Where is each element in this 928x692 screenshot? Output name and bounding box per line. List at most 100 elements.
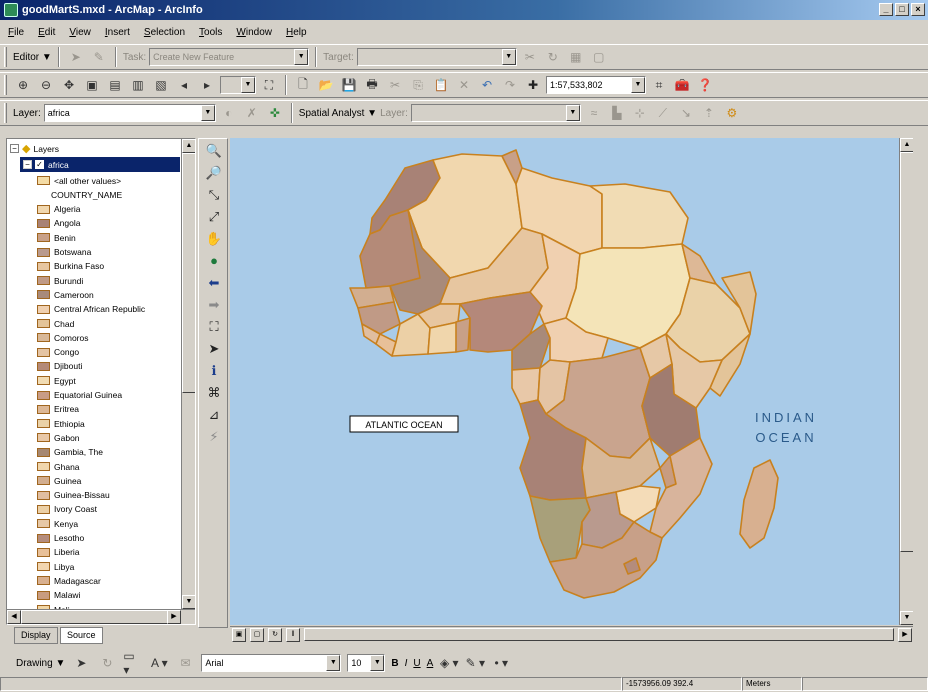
chevron-down-icon[interactable]: ▼: [326, 655, 341, 671]
edit-tool-icon[interactable]: ➤: [66, 47, 86, 67]
toolbar-grip[interactable]: [4, 103, 7, 123]
legend-item[interactable]: Congo: [37, 345, 79, 360]
save-icon[interactable]: 💾: [339, 75, 359, 95]
layer-dropdown[interactable]: africa ▼: [43, 104, 216, 122]
whats-this-icon[interactable]: ❓: [695, 75, 715, 95]
identify-info-icon[interactable]: ℹ: [204, 361, 224, 381]
undo-icon[interactable]: ↶: [477, 75, 497, 95]
scroll-down-button[interactable]: ▼: [900, 611, 913, 625]
marker-color-icon[interactable]: • ▾: [491, 653, 511, 673]
font-dropdown[interactable]: Arial ▼: [201, 654, 342, 672]
select-elements-arrow-icon[interactable]: ➤: [204, 339, 224, 359]
callout-icon[interactable]: ✉: [175, 653, 195, 673]
bold-button[interactable]: B: [391, 658, 398, 669]
hyperlink-icon[interactable]: ⚡: [204, 427, 224, 447]
legend-item[interactable]: Burkina Faso: [37, 259, 104, 274]
new-text-icon[interactable]: A ▾: [149, 653, 169, 673]
chevron-down-icon[interactable]: ▼: [200, 105, 215, 121]
find-binoculars-icon[interactable]: ⌘: [204, 383, 224, 403]
pause-drawing-icon[interactable]: ‖: [286, 627, 300, 642]
scroll-up-button[interactable]: ▲: [900, 138, 913, 152]
rotate-tool-icon[interactable]: ↻: [543, 47, 563, 67]
rotate-icon[interactable]: ↻: [97, 653, 117, 673]
model-builder-icon[interactable]: ⚙: [722, 103, 742, 123]
toc-vertical-scrollbar[interactable]: ▲ ▼: [181, 139, 195, 609]
africa-map[interactable]: ATLANTIC OCEAN INDIAN OCEAN: [230, 138, 913, 625]
scroll-thumb[interactable]: [182, 153, 195, 393]
fill-color-icon[interactable]: ◈ ▾: [439, 653, 459, 673]
attributes-icon[interactable]: ▦: [566, 47, 586, 67]
legend-item[interactable]: Eritrea: [37, 402, 79, 417]
font-size-dropdown[interactable]: 10 ▼: [347, 654, 386, 672]
back-extent-icon[interactable]: ◂: [174, 75, 194, 95]
tab-source[interactable]: Source: [60, 627, 103, 644]
toc-root-row[interactable]: − ◆ Layers: [10, 141, 59, 156]
underline-button[interactable]: U: [413, 658, 420, 669]
legend-item[interactable]: Comoros: [37, 330, 88, 345]
layout-view-icon[interactable]: ▢: [250, 627, 264, 642]
minimize-button[interactable]: _: [879, 3, 893, 16]
chevron-down-icon[interactable]: ▼: [565, 105, 580, 121]
new-document-icon[interactable]: 🗋: [293, 75, 313, 95]
close-button[interactable]: ×: [911, 3, 925, 16]
map-vertical-scrollbar[interactable]: ▲ ▼: [899, 138, 913, 625]
copy-icon[interactable]: ⎘: [408, 75, 428, 95]
legend-item[interactable]: Ethiopia: [37, 416, 85, 431]
line-color-icon[interactable]: ✎ ▾: [465, 653, 485, 673]
legend-item[interactable]: Guinea-Bissau: [37, 488, 110, 503]
fixed-zoom-out-icon[interactable]: ▧: [151, 75, 171, 95]
map-display[interactable]: ATLANTIC OCEAN INDIAN OCEAN ▲ ▼: [230, 138, 913, 625]
legend-item[interactable]: Angola: [37, 216, 80, 231]
legend-item[interactable]: Madagascar: [37, 573, 101, 588]
menu-window[interactable]: Window: [234, 27, 274, 38]
pan-hand-icon[interactable]: ✋: [204, 229, 224, 249]
measure-icon[interactable]: ⊿: [204, 405, 224, 425]
font-color-button[interactable]: A: [427, 658, 434, 669]
legend-item[interactable]: <all other values>: [37, 173, 121, 188]
legend-item[interactable]: Algeria: [37, 202, 80, 217]
legend-item[interactable]: Gambia, The: [37, 445, 103, 460]
add-data-icon[interactable]: ✚: [523, 75, 543, 95]
spatial-analyst-menu[interactable]: Spatial Analyst ▼: [299, 108, 377, 119]
legend-item[interactable]: Guinea: [37, 473, 81, 488]
layout-zoom-in-icon[interactable]: ⊕: [13, 75, 33, 95]
menu-view[interactable]: View: [67, 27, 93, 38]
maximize-button[interactable]: □: [895, 3, 909, 16]
menu-selection[interactable]: Selection: [142, 27, 187, 38]
editor-toolbar-icon[interactable]: ⌗: [649, 75, 669, 95]
full-extent-globe-icon[interactable]: ●: [204, 251, 224, 271]
cut-icon[interactable]: ✂: [385, 75, 405, 95]
data-view-icon[interactable]: ▣: [232, 627, 246, 642]
scroll-down-button[interactable]: ▼: [182, 595, 195, 609]
scroll-up-button[interactable]: ▲: [182, 139, 195, 153]
legend-item[interactable]: Central African Republic: [37, 302, 145, 317]
zoom-100-icon[interactable]: ▤: [105, 75, 125, 95]
swipe-icon[interactable]: ✗: [242, 103, 262, 123]
redo-icon[interactable]: ↷: [500, 75, 520, 95]
print-icon[interactable]: 🖶: [362, 75, 382, 95]
legend-item[interactable]: Libya: [37, 559, 74, 574]
legend-item[interactable]: Benin: [37, 230, 76, 245]
toggle-draft-icon[interactable]: ⛶: [259, 75, 279, 95]
forward-extent-icon[interactable]: ▸: [197, 75, 217, 95]
legend-item[interactable]: Ghana: [37, 459, 80, 474]
toc-layer-africa[interactable]: − ✓ africa: [20, 157, 180, 172]
chevron-down-icon[interactable]: ▼: [294, 49, 309, 65]
legend-item[interactable]: Gabon: [37, 430, 80, 445]
drawing-menu-button[interactable]: Drawing ▼: [16, 658, 65, 669]
layout-pan-icon[interactable]: ✥: [59, 75, 79, 95]
profile-icon[interactable]: ⟋: [653, 103, 673, 123]
chevron-down-icon[interactable]: ▼: [241, 77, 255, 93]
menu-help[interactable]: Help: [284, 27, 309, 38]
tab-display[interactable]: Display: [14, 627, 58, 644]
horizontal-scroll-thumb[interactable]: [304, 628, 894, 641]
open-folder-icon[interactable]: 📂: [316, 75, 336, 95]
layout-zoom-out-icon[interactable]: ⊖: [36, 75, 56, 95]
rectangle-icon[interactable]: ▭ ▾: [123, 649, 143, 677]
collapse-icon[interactable]: −: [23, 160, 32, 169]
layer-visibility-checkbox[interactable]: ✓: [35, 160, 44, 169]
chevron-down-icon[interactable]: ▼: [501, 49, 516, 65]
legend-item[interactable]: COUNTRY_NAME: [51, 187, 122, 202]
collapse-icon[interactable]: −: [10, 144, 19, 153]
map-scale-dropdown[interactable]: 1:57,533,802 ▼: [546, 76, 646, 94]
